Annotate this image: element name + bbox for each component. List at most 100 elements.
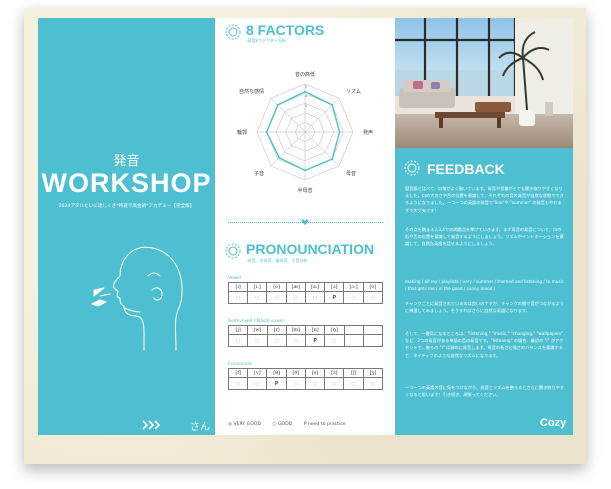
phoneme-mark: ○	[285, 291, 306, 304]
radar-label: 音の高低	[295, 71, 315, 78]
phoneme-header: [w]	[247, 325, 268, 335]
phoneme-header: [θ]	[266, 368, 287, 378]
radar-label: 自然な感情	[239, 88, 264, 95]
radar-scale-label: 5	[305, 85, 307, 89]
radar-label: 輪郭	[237, 129, 247, 136]
feedback-paragraph-2: その点を踏まえ2,3,4での問題点を挙げていきます。まず母音の発音について、口の…	[405, 227, 564, 247]
phoneme-mark: ○	[227, 334, 249, 347]
phoneme-header: [ʊ]	[362, 282, 384, 292]
radar-point	[304, 90, 306, 93]
empty-cell	[362, 334, 384, 347]
legend-very-good: ◎ VERY GOOD	[228, 422, 262, 427]
radar-label: 半母音	[297, 187, 312, 194]
factors-subtitle: -発音8ファクター分析	[246, 38, 286, 43]
phoneme-header: [ð]	[285, 368, 306, 378]
phoneme-mark: ○	[247, 377, 268, 390]
phoneme-mark: P	[266, 377, 287, 390]
phoneme-mark: ○	[247, 291, 268, 304]
feedback-paragraph-1: 擬音語と比べて、口角がよく動いています。母音や音量がとても聞き取りやすくなりまし…	[405, 186, 564, 213]
student-suffix: さん	[190, 422, 210, 433]
cover-description: 2024アタルたいに達しくさ*特選で高金詞*アカデミー【完全版】	[58, 204, 195, 209]
phoneme-header: [ʃ]	[343, 368, 364, 378]
radar-point	[331, 158, 334, 161]
radar-point	[265, 131, 268, 133]
phoneme-mark: ○	[324, 334, 345, 347]
feedback-paragraph-4: チャンクごとに発音されているのは良いのですが、チャンクの間で音がつながるように練…	[405, 301, 564, 314]
factors-title: 8 FACTORS	[246, 22, 325, 38]
sun-badge-icon	[225, 243, 241, 259]
phoneme-mark: ○	[266, 334, 287, 347]
phoneme-mark: ○	[324, 377, 345, 390]
cover-subtitle: 発音	[113, 154, 140, 169]
radar-label: 母音	[346, 170, 356, 177]
semivowel-label: Semivowel / Nasal vowel	[228, 319, 284, 324]
feedback-paragraph-6: 一つ一つの英語の音に気をつけながら、発音とリズムを整えるとさらに聞き取りやすくな…	[405, 385, 565, 398]
phoneme-header: [ɑ:]	[304, 282, 326, 292]
phoneme-mark: ○	[304, 291, 326, 304]
phoneme-mark: P	[324, 291, 345, 304]
sun-badge-icon	[225, 24, 241, 40]
phoneme-header: [ŋ]	[324, 325, 345, 335]
phoneme-header: [ʌ]	[324, 282, 345, 292]
empty-cell	[343, 325, 364, 335]
radar-scale-label: 4	[305, 95, 308, 99]
radar-label: 子音	[254, 170, 264, 177]
phoneme-header: [r]	[266, 325, 287, 335]
phoneme-header: [z]	[324, 368, 345, 378]
phoneme-header: [s]	[304, 368, 326, 378]
arrows-icon	[142, 420, 161, 430]
phoneme-header: [ɪ]	[227, 282, 249, 292]
phoneme-header: [n]	[305, 325, 326, 335]
phoneme-mark: ○	[362, 291, 384, 304]
phoneme-mark: ○	[285, 377, 306, 390]
phoneme-header: [iː]	[247, 282, 268, 292]
phoneme-header: [j]	[227, 325, 249, 335]
phoneme-mark: ○	[227, 291, 249, 304]
feedback-title: FEEDBACK	[427, 161, 505, 177]
semivowel-table: [j] [w] [r] [m] [n] [ŋ] ○ ○ ○ ○ P ○	[227, 325, 384, 347]
phoneme-header: [e]	[266, 282, 287, 292]
phoneme-mark: ○	[362, 377, 384, 390]
phoneme-mark: ○	[227, 377, 249, 390]
radar-label: 発声	[363, 129, 373, 136]
radar-point	[278, 156, 281, 159]
vowel-table: [ɪ] [iː] [e] [æ] [ɑ:] [ʌ] [ɔ:] [ʊ] ○ ○ ○ ○ ○ P ○ ○	[227, 282, 384, 304]
phoneme-header: [ʒ]	[362, 368, 384, 378]
empty-cell	[343, 334, 364, 347]
radar-point	[331, 103, 334, 106]
phoneme-header: [ɔ:]	[343, 282, 364, 292]
pronunciation-subtitle: -母音、半母音、鼻母音、子音分析	[246, 258, 308, 263]
phoneme-mark: ○	[266, 291, 287, 304]
empty-cell	[362, 325, 384, 335]
radar-chart: 音の高低リズム発声母音半母音 子音 輪郭 自然な感情 5 4 3	[237, 71, 373, 194]
interior-photo	[395, 18, 573, 148]
phoneme-mark: ○	[304, 377, 326, 390]
phoneme-mark: ○	[285, 334, 307, 347]
legend-practice: P need to practice	[303, 422, 346, 427]
pronunciation-title: PRONOUNCIATION	[246, 241, 375, 257]
vowel-label: Vowel	[228, 276, 242, 281]
phoneme-header: [æ]	[285, 282, 306, 292]
face-profile-icon	[91, 246, 183, 351]
consonant-label: Consonant	[228, 362, 253, 367]
phoneme-mark: ○	[247, 334, 268, 347]
cover-title: WORKSHOP	[41, 168, 212, 198]
phoneme-mark: P	[305, 334, 326, 347]
legend: ◎ VERY GOOD ○ GOOD P need to practice	[228, 422, 356, 427]
legend-good: ○ GOOD	[272, 422, 293, 427]
sun-badge-icon	[404, 160, 420, 176]
phoneme-mark: ○	[343, 291, 364, 304]
signature: Cozy	[540, 417, 567, 429]
radar-point	[338, 131, 341, 133]
cover-panel: 発音 WORKSHOP 2024アタルたいに達しくさ*特選で高金詞*アカデミー【…	[38, 18, 215, 435]
consonant-table: [f] [v] [θ] [ð] [s] [z] [ʃ] [ʒ] ○ ○ P ○ ○ ○ ○ ○	[227, 368, 384, 390]
radar-point	[276, 103, 279, 106]
phoneme-mark: ○	[343, 377, 364, 390]
radar-scale-label: 3	[305, 104, 307, 108]
phoneme-header: [f]	[227, 368, 249, 378]
radar-label: リズム	[346, 88, 361, 95]
heart-icon	[301, 219, 309, 225]
phoneme-header: [v]	[247, 368, 268, 378]
feedback-paragraph-5: そして、一番気になるところは、"listening," "music," "ch…	[405, 331, 564, 358]
feedback-paragraph-3: making / all my / playlists / very / sum…	[405, 279, 565, 292]
